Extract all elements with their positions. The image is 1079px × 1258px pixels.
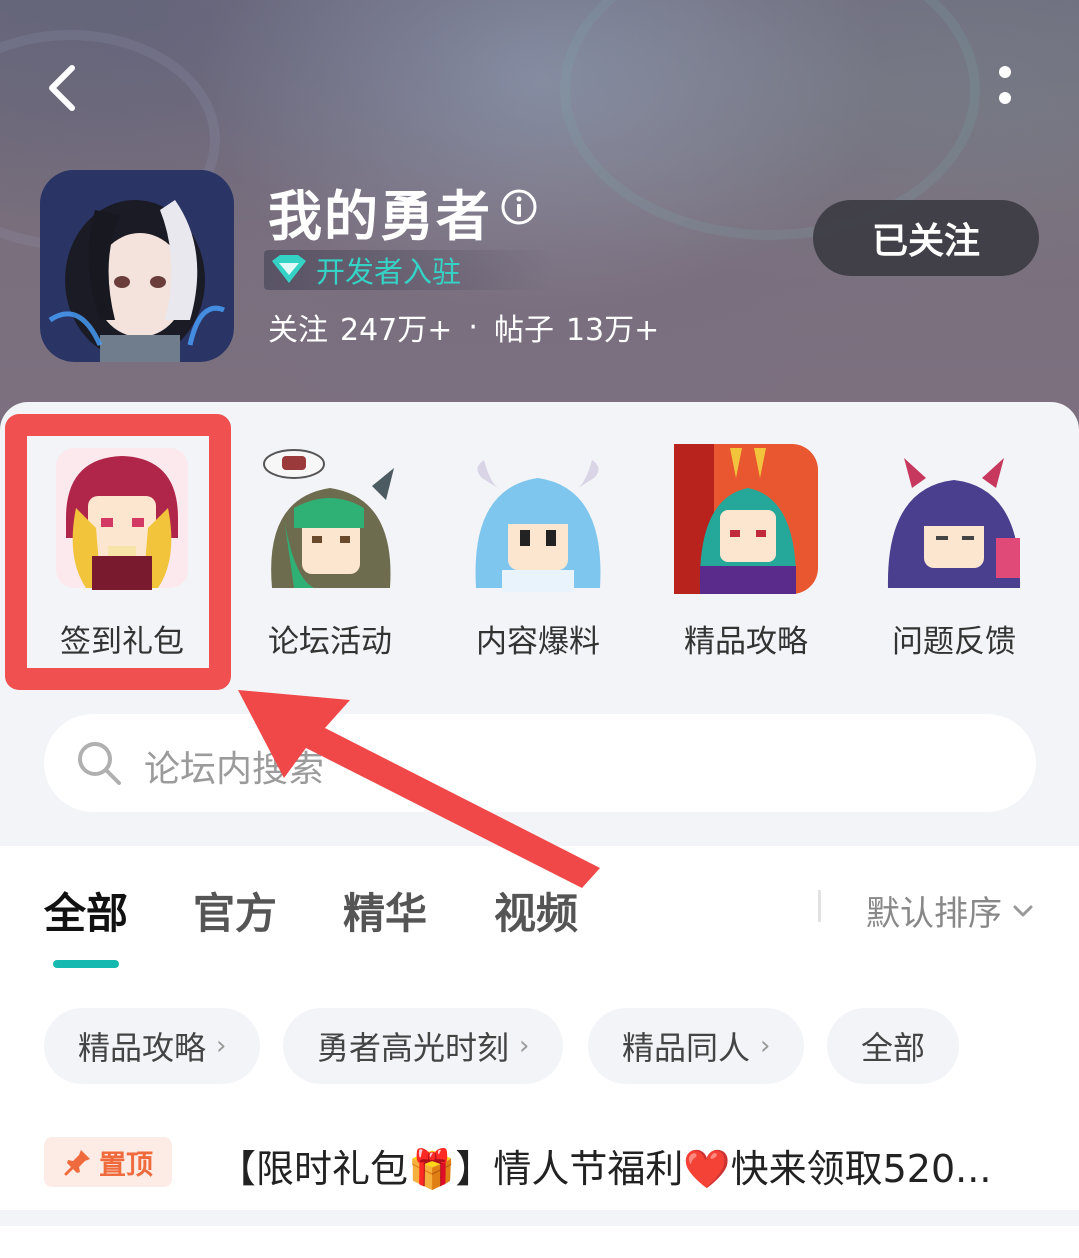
feedback-image bbox=[887, 458, 1021, 588]
tab-video[interactable]: 视频 bbox=[494, 880, 578, 941]
sort-label: 默认排序 bbox=[866, 894, 1002, 934]
chevron-down-icon bbox=[1013, 905, 1033, 916]
entry-label: 精品攻略 bbox=[684, 624, 808, 660]
search-icon bbox=[78, 742, 121, 785]
entry-feedback[interactable]: 问题反馈 bbox=[868, 438, 1038, 668]
follow-count: 247万+ bbox=[340, 313, 453, 348]
follow-label: 关注 bbox=[268, 313, 328, 348]
diamond-icon bbox=[272, 255, 306, 283]
forum-search-input[interactable]: 论坛内搜索 bbox=[44, 714, 1036, 812]
entry-label: 内容爆料 bbox=[476, 624, 600, 660]
entry-content-leaks[interactable]: 内容爆料 bbox=[452, 438, 622, 668]
chevron-right-icon: › bbox=[760, 1031, 771, 1061]
forum-events-image bbox=[263, 449, 394, 588]
developer-badge-label: 开发者入驻 bbox=[316, 255, 462, 289]
posts-count: 13万+ bbox=[565, 313, 660, 348]
chip-fan-art[interactable]: 精品同人 › bbox=[588, 1008, 805, 1084]
info-icon[interactable] bbox=[500, 188, 538, 226]
developer-badge: 开发者入驻 bbox=[264, 250, 554, 290]
posts-label: 帖子 bbox=[493, 313, 554, 348]
forum-stats: 关注 247万+ · 帖子 13万+ bbox=[268, 305, 659, 349]
highlight-box bbox=[5, 414, 231, 690]
entry-label: 问题反馈 bbox=[892, 624, 1016, 660]
forum-header: 我的勇者 开发者入驻 关注 247万+ · 帖子 13万+ 已关注 bbox=[0, 0, 1079, 440]
chip-all[interactable]: 全部 bbox=[827, 1008, 960, 1084]
more-vertical-icon bbox=[999, 66, 1011, 104]
tab-official[interactable]: 官方 bbox=[193, 880, 277, 941]
follow-button[interactable]: 已关注 bbox=[813, 200, 1039, 276]
search-placeholder: 论坛内搜索 bbox=[144, 749, 325, 790]
sort-divider bbox=[818, 890, 821, 922]
back-button[interactable] bbox=[40, 60, 90, 116]
chevron-left-icon bbox=[49, 65, 75, 111]
chip-label: 精品攻略 bbox=[78, 1029, 207, 1067]
entry-quality-guides[interactable]: 精品攻略 bbox=[660, 438, 830, 668]
tab-featured[interactable]: 精华 bbox=[343, 880, 427, 941]
entry-label: 论坛活动 bbox=[268, 624, 392, 660]
content-leaks-image bbox=[475, 460, 601, 592]
pinned-tag-label: 置顶 bbox=[99, 1149, 153, 1181]
pinned-post-title[interactable]: 【限时礼包🎁】情人节福利❤️快来领取520... bbox=[218, 1138, 1038, 1193]
pin-icon bbox=[64, 1150, 90, 1176]
pinned-tag: 置顶 bbox=[44, 1137, 172, 1187]
chip-label: 全部 bbox=[861, 1029, 926, 1067]
entry-forum-events[interactable]: 论坛活动 bbox=[244, 438, 414, 668]
quality-guides-image bbox=[674, 444, 818, 594]
chip-quality-guides[interactable]: 精品攻略 › bbox=[44, 1008, 261, 1084]
chip-label: 精品同人 bbox=[622, 1029, 751, 1067]
forum-title: 我的勇者 bbox=[268, 185, 492, 248]
chip-brave-highlights[interactable]: 勇者高光时刻 › bbox=[283, 1008, 564, 1084]
more-button[interactable] bbox=[985, 60, 1025, 116]
stats-separator: · bbox=[468, 309, 478, 345]
divider bbox=[0, 1210, 1079, 1226]
chevron-right-icon: › bbox=[216, 1031, 227, 1061]
forum-avatar bbox=[40, 170, 234, 362]
chip-label: 勇者高光时刻 bbox=[317, 1029, 510, 1067]
sort-dropdown[interactable]: 默认排序 bbox=[866, 886, 1036, 935]
active-tab-indicator bbox=[53, 960, 119, 968]
tab-all[interactable]: 全部 bbox=[44, 880, 128, 941]
chevron-right-icon: › bbox=[519, 1031, 530, 1061]
